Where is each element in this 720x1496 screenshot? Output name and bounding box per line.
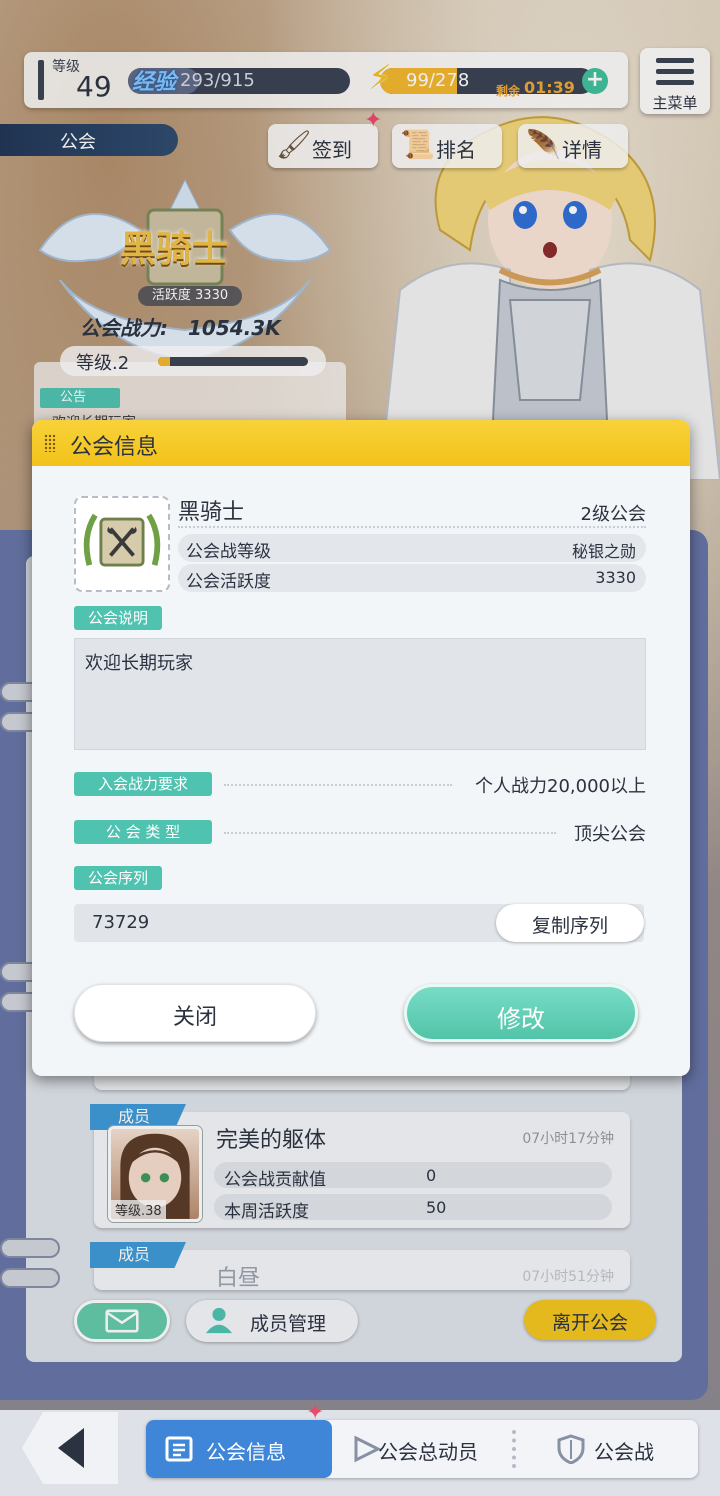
dialog-title: 公会信息 xyxy=(70,435,159,460)
guild-war-level-label: 公会战等级 xyxy=(186,542,271,562)
description-tag: 公会说明 xyxy=(74,606,162,630)
guild-level: 2级公会 xyxy=(580,504,646,525)
type-tag: 公 会 类 型 xyxy=(74,820,212,844)
serial-value: 73729 xyxy=(92,912,150,933)
close-label: 关闭 xyxy=(172,1005,217,1030)
requirement-value: 个人战力20,000以上 xyxy=(475,776,646,797)
copy-serial-button[interactable]: 复制序列 xyxy=(496,904,644,942)
guild-name: 黑骑士 xyxy=(178,500,245,525)
description-box: 欢迎长期玩家 xyxy=(74,638,646,750)
dialog-header: 公会信息 xyxy=(32,420,690,466)
shield-icon xyxy=(557,1434,585,1464)
dotted-leader xyxy=(224,832,556,834)
tab-guild-mobilization-label: 公会总动员 xyxy=(378,1440,478,1464)
guild-icon xyxy=(74,496,170,592)
guild-activity-value: 3330 xyxy=(595,568,636,587)
close-button[interactable]: 关闭 xyxy=(74,984,316,1042)
guild-info-dialog: 公会信息 黑骑士 2级公会 公会战等级 秘银之勋 公会活跃度 3330 公会说明… xyxy=(32,420,690,1076)
guild-activity-row: 公会活跃度 3330 xyxy=(178,564,646,592)
guild-activity-label: 公会活跃度 xyxy=(186,572,271,592)
copy-serial-label: 复制序列 xyxy=(531,915,608,937)
tab-guild-mobilization[interactable]: 公会总动员 xyxy=(336,1420,508,1478)
sparkle-icon: ✦ xyxy=(306,1400,325,1425)
edit-label: 修改 xyxy=(497,1005,545,1033)
serial-tag: 公会序列 xyxy=(74,866,162,890)
type-value: 顶尖公会 xyxy=(574,824,646,845)
crossed-axes-icon xyxy=(83,513,161,567)
tab-separator xyxy=(512,1430,516,1468)
tab-guild-war[interactable]: 公会战 xyxy=(522,1420,698,1478)
tab-guild-info[interactable]: 公会信息 xyxy=(146,1420,332,1478)
nav-tabs: 公会信息 ✦ 公会总动员 公会战 xyxy=(146,1400,698,1478)
back-arrow-icon xyxy=(58,1428,84,1468)
guild-info-icon xyxy=(165,1436,193,1462)
tab-guild-info-label: 公会信息 xyxy=(206,1440,286,1464)
requirement-tag: 入会战力要求 xyxy=(74,772,212,796)
description-text: 欢迎长期玩家 xyxy=(85,653,193,674)
dotted-leader xyxy=(224,784,452,786)
guild-war-level-value: 秘银之勋 xyxy=(571,542,636,561)
tab-guild-war-label: 公会战 xyxy=(594,1440,654,1464)
guild-war-level-row: 公会战等级 秘银之勋 xyxy=(178,534,646,562)
divider xyxy=(178,526,646,528)
edit-button[interactable]: 修改 xyxy=(404,984,638,1042)
grip-icon xyxy=(44,434,56,452)
